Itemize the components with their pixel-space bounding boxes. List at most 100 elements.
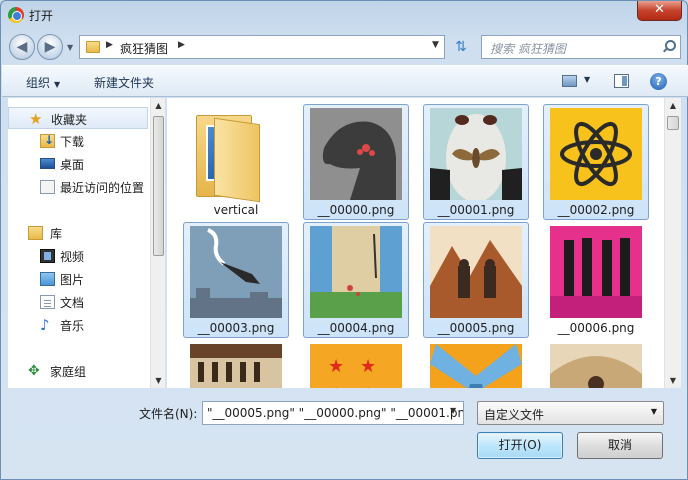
sidebar-item-downloads[interactable]: 下载 [8,130,148,152]
close-button[interactable]: ✕ [637,1,682,21]
pictures-icon [40,272,55,286]
image-thumbnail [190,226,282,318]
sidebar-item-label: 家庭组 [50,365,87,379]
sidebar-item-label: 收藏夹 [51,113,88,127]
file-item[interactable] [423,340,529,388]
file-item[interactable]: __00000.png [303,104,409,220]
folder-icon [86,41,100,53]
change-view-icon[interactable] [562,75,577,87]
file-item[interactable]: __00005.png [423,222,529,338]
scrollbar-thumb[interactable] [153,116,164,256]
svg-text:★: ★ [360,384,376,388]
filename-input[interactable]: "__00005.png" "__00000.png" "__00001.pn [202,401,464,425]
file-item[interactable]: __00003.png [183,222,289,338]
image-thumbnail: ★ ★ ★ ★ [310,344,402,388]
filename-label: 文件名(N): [139,407,198,421]
view-dropdown-icon[interactable]: ▼ [584,75,590,84]
sidebar-item-label: 音乐 [60,319,85,333]
sidebar-item-recent-places[interactable]: 最近访问的位置 [8,176,148,198]
file-item[interactable] [183,340,289,388]
sidebar-item-videos[interactable]: 视频 [8,245,148,267]
scroll-up-icon[interactable]: ▲ [151,98,166,113]
sidebar-item-homegroup[interactable]: ✥ 家庭组 [8,360,148,382]
music-icon: ♪ [40,316,50,334]
filetype-value: 自定义文件 [484,408,545,422]
help-icon[interactable]: ? [650,73,667,90]
sidebar-item-desktop[interactable]: 桌面 [8,153,148,175]
chrome-icon [8,7,24,23]
image-thumbnail [550,108,642,200]
sidebar-item-documents[interactable]: 文档 [8,291,148,313]
folder-icon [192,109,266,203]
sidebar-item-libraries[interactable]: 库 [8,222,148,244]
file-item[interactable] [543,340,649,388]
address-dropdown-icon[interactable]: ▼ [432,40,439,50]
sidebar-item-favorites[interactable]: ★ 收藏夹 [8,107,148,129]
svg-text:★: ★ [328,384,344,388]
image-thumbnail [430,344,522,388]
organize-label: 组织 [26,76,51,90]
recent-pages-dropdown-icon[interactable]: ▼ [67,43,73,52]
file-list-scrollbar[interactable]: ▲ ▼ [664,98,681,388]
file-item[interactable]: __00006.png [543,222,649,338]
scroll-up-icon[interactable]: ▲ [665,98,681,113]
folder-front [214,117,260,203]
search-input[interactable]: 搜索 疯狂猜图 [490,40,566,57]
chevron-down-icon: ▼ [650,407,657,416]
sidebar-item-label: 库 [50,227,63,241]
file-item[interactable]: __00002.png [543,104,649,220]
sidebar-item-label: 下载 [60,135,85,149]
open-file-dialog: 打开 ✕ ◀ ▶ ▼ ▶ 疯狂猜图 ▶ ▼ ⇅ 搜索 疯狂猜图 组织 ▼ 新建文件… [0,0,688,480]
filetype-select[interactable]: 自定义文件 ▼ [477,401,664,425]
star-icon: ★ [29,110,43,128]
file-item[interactable]: __00001.png [423,104,529,220]
filename-dropdown-icon[interactable]: ▼ [450,406,456,415]
preview-pane-icon[interactable] [614,74,629,88]
scroll-down-icon[interactable]: ▼ [665,373,681,388]
refresh-icon[interactable]: ⇅ [449,35,473,59]
open-button[interactable]: 打开(O) [477,432,563,459]
svg-text:★: ★ [360,356,376,377]
new-folder-button[interactable]: 新建文件夹 [94,74,154,91]
file-name: __00003.png [197,321,275,335]
address-bar[interactable]: ▶ 疯狂猜图 ▶ ▼ [79,35,445,59]
toolbar: 组织 ▼ 新建文件夹 ▼ ? [2,65,688,97]
downloads-icon [40,133,55,148]
scrollbar-thumb[interactable] [667,116,679,130]
image-thumbnail [190,344,282,388]
breadcrumb-item[interactable]: 疯狂猜图 [120,40,168,57]
file-name: __00006.png [557,321,635,335]
navigation-bar: ◀ ▶ ▼ ▶ 疯狂猜图 ▶ ▼ ⇅ 搜索 疯狂猜图 [7,31,683,63]
chevron-down-icon: ▼ [54,80,61,89]
file-name: vertical [213,203,259,217]
organize-menu[interactable]: 组织 ▼ [26,74,60,91]
sidebar-item-label: 图片 [60,273,85,287]
forward-button[interactable]: ▶ [37,34,63,60]
navigation-scrollbar[interactable]: ▲ ▼ [150,98,165,388]
file-item[interactable]: ★ ★ ★ ★ [303,340,409,388]
sidebar-item-label: 桌面 [60,158,85,172]
video-icon [40,249,55,263]
documents-icon [40,295,55,309]
homegroup-icon: ✥ [28,363,40,379]
breadcrumb-arrow-icon[interactable]: ▶ [178,40,185,50]
desktop-icon [40,158,55,169]
file-item-folder[interactable]: vertical [183,104,289,220]
breadcrumb-arrow-icon[interactable]: ▶ [106,40,113,50]
cancel-button[interactable]: 取消 [577,432,663,459]
file-name: __00002.png [557,203,635,217]
search-box[interactable]: 搜索 疯狂猜图 [481,35,681,59]
scroll-down-icon[interactable]: ▼ [151,373,166,388]
back-button[interactable]: ◀ [9,34,35,60]
recent-places-icon [40,180,55,194]
sidebar-item-label: 最近访问的位置 [60,181,145,195]
sidebar-item-pictures[interactable]: 图片 [8,268,148,290]
image-thumbnail [430,226,522,318]
image-thumbnail [550,226,642,318]
file-name: __00000.png [317,203,395,217]
library-icon [28,226,43,240]
sidebar-item-music[interactable]: ♪ 音乐 [8,314,148,336]
file-item[interactable]: __00004.png [303,222,409,338]
search-icon[interactable] [663,40,676,52]
file-list: vertical __00000.png __00001.png __00002… [167,98,664,388]
